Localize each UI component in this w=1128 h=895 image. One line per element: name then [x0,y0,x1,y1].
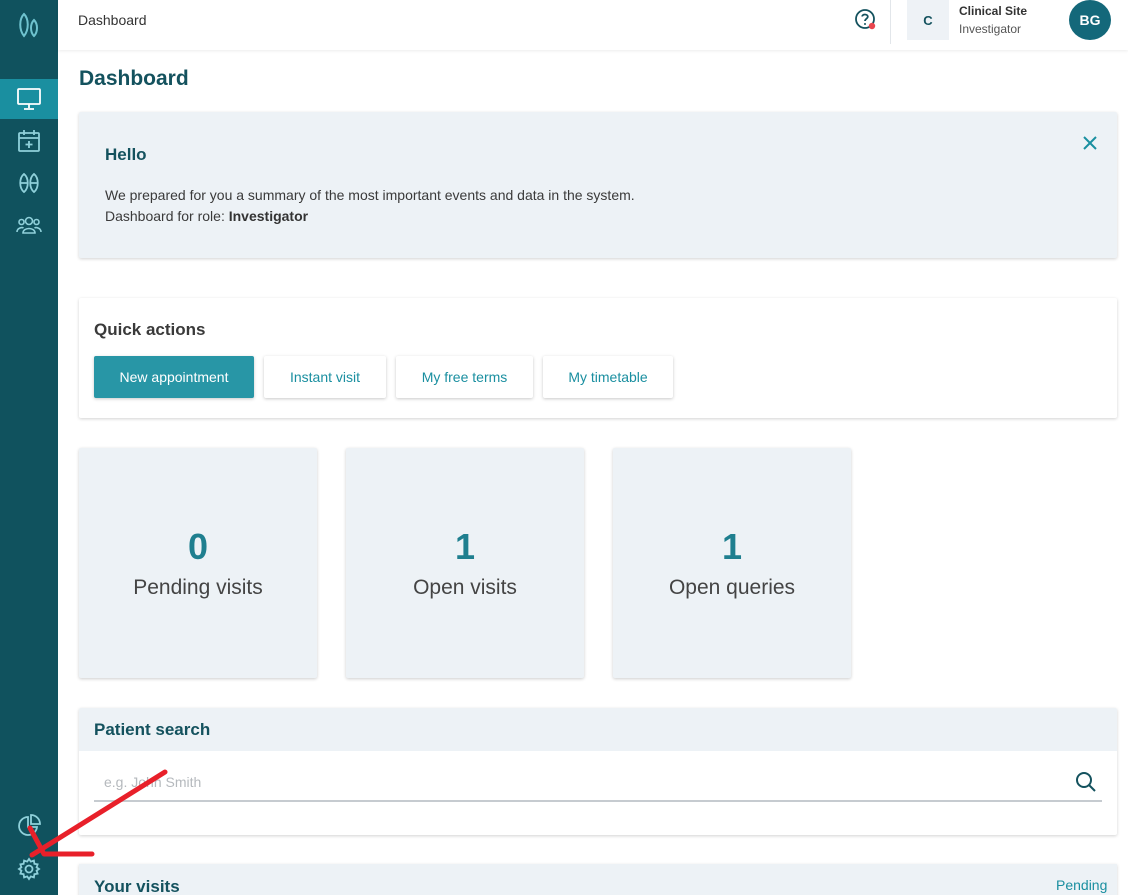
welcome-card: Hello We prepared for you a summary of t… [79,112,1117,258]
stat-tile-pending-visits[interactable]: 0 Pending visits [79,448,317,678]
stat-value: 0 [187,526,209,567]
gear-icon [17,857,41,881]
instant-visit-button[interactable]: Instant visit [264,356,386,398]
avatar[interactable]: BG [1069,0,1111,40]
site-name: Clinical Site [959,4,1028,18]
my-timetable-button[interactable]: My timetable [543,356,673,398]
welcome-summary: We prepared for you a summary of the mos… [105,187,635,203]
users-icon [16,216,42,234]
close-icon[interactable] [1081,134,1099,152]
welcome-greeting: Hello [105,145,147,164]
sidebar-item-calendar[interactable] [0,121,58,161]
sidebar-item-medications[interactable] [0,163,58,203]
stat-label: Pending visits [133,576,263,599]
topbar-divider [890,0,891,44]
welcome-role-line: Dashboard for role: Investigator [105,208,308,224]
role-prefix: Dashboard for role: [105,208,225,224]
stat-tile-open-queries[interactable]: 1 Open queries [613,448,851,678]
search-icon[interactable] [1075,771,1097,793]
page-title: Dashboard [79,67,189,90]
sidebar [0,0,58,895]
my-free-terms-button[interactable]: My free terms [396,356,533,398]
patient-search-card: Patient search [79,708,1117,835]
your-visits-card: Your visits Pending [79,864,1117,895]
stat-label: Open visits [413,576,517,599]
sidebar-item-settings[interactable] [0,849,58,889]
patient-search-input[interactable] [94,764,1102,802]
your-visits-title: Your visits [94,877,180,895]
new-appointment-button[interactable]: New appointment [94,356,254,398]
stat-label: Open queries [668,576,796,599]
help-icon[interactable] [854,8,878,32]
calendar-plus-icon [18,130,40,152]
site-initial-badge[interactable]: C [907,0,949,40]
stat-value: 1 [721,526,743,567]
quick-actions-card: Quick actions New appointment Instant vi… [79,298,1117,418]
pie-chart-icon [18,814,41,836]
breadcrumb: Dashboard [78,12,147,28]
app-logo[interactable] [0,0,58,50]
patient-search-title: Patient search [94,720,211,739]
stat-tile-open-visits[interactable]: 1 Open visits [346,448,584,678]
quick-actions-title: Quick actions [94,320,206,339]
site-role: Investigator [959,22,1022,36]
sidebar-item-patients[interactable] [0,205,58,245]
monitor-icon [17,88,41,110]
stat-value: 1 [454,526,476,567]
visits-filter-pending[interactable]: Pending [1056,877,1107,893]
pills-icon [19,172,39,194]
sidebar-item-dashboard[interactable] [0,79,58,119]
top-bar: Dashboard C Clinical Site Investigator B… [58,0,1128,50]
patient-search-header: Patient search [79,708,1117,751]
sidebar-item-reports[interactable] [0,806,58,846]
role-value: Investigator [228,208,309,224]
logo-icon [19,12,38,38]
